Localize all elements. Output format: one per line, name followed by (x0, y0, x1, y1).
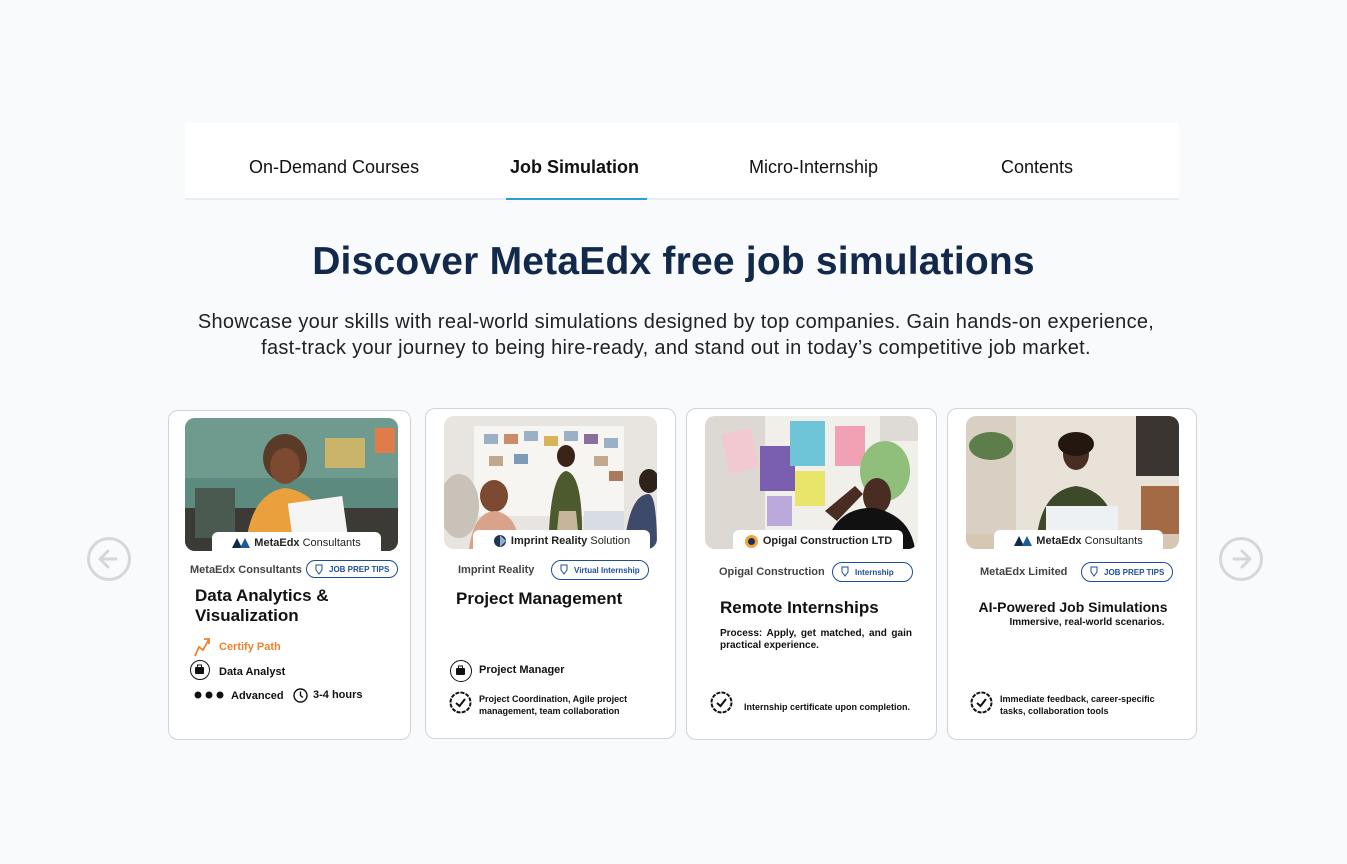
process-description: Process: Apply, get matched, and gain pr… (720, 628, 912, 651)
trending-up-icon (194, 638, 210, 657)
briefcase-icon (190, 660, 210, 680)
certify-path-label: Certify Path (219, 641, 281, 653)
badge-icon (315, 564, 323, 575)
badge-icon (841, 566, 849, 577)
card-title: Data Analytics & Visualization (195, 586, 329, 625)
card-title: Project Management (456, 589, 623, 608)
company-logo: MetaEdx Consultants (212, 532, 381, 554)
check-badge-icon (710, 691, 733, 714)
page-subtitle: Showcase your skills with real-world sim… (197, 311, 1155, 359)
arrow-right-icon (1232, 549, 1252, 569)
tab-micro-internship[interactable]: Micro-Internship (749, 123, 878, 198)
certificate-text: Internship certificate upon completion. (744, 702, 911, 712)
badge-icon (560, 564, 568, 575)
company-name: MetaEdx Limited (980, 566, 1068, 578)
company-name: Opigal Construction (719, 566, 825, 578)
company-logo: Opigal Construction LTD (733, 530, 903, 552)
role-label: Project Manager (479, 664, 565, 676)
duration-label: 3-4 hours (313, 689, 363, 701)
company-name: MetaEdx Consultants (190, 564, 302, 576)
clock-icon (293, 688, 308, 703)
briefcase-icon (450, 660, 472, 682)
badge-icon (1090, 566, 1098, 577)
check-badge-icon (449, 691, 472, 714)
check-badge-icon (970, 691, 993, 714)
simulation-card[interactable]: Imprint Reality Solution Imprint Reality… (425, 408, 676, 739)
simulation-card[interactable]: MetaEdx Consultants MetaEdx Limited JOB … (947, 408, 1197, 740)
card-tagline: Immersive, real-world scenarios. (1009, 617, 1165, 628)
company-logo: MetaEdx Consultants (994, 530, 1163, 552)
carousel-next-button[interactable] (1219, 537, 1263, 581)
company-name: Imprint Reality (458, 564, 535, 576)
card-title: AI-Powered Job Simulations (978, 599, 1168, 615)
category-badge: Internship (832, 562, 913, 582)
metaedx-logo-icon (232, 538, 251, 549)
level-dots-icon (194, 691, 224, 699)
tab-on-demand-courses[interactable]: On-Demand Courses (249, 123, 419, 198)
tab-contents[interactable]: Contents (1001, 123, 1073, 198)
simulation-card[interactable]: Opigal Construction LTD Opigal Construct… (686, 408, 937, 740)
opigal-logo-icon (744, 534, 758, 548)
simulation-card[interactable]: MetaEdx Consultants MetaEdx Consultants … (168, 410, 411, 740)
role-label: Data Analyst (219, 666, 286, 678)
imprint-reality-logo-icon (493, 535, 506, 548)
level-label: Advanced (231, 690, 284, 702)
carousel-prev-button[interactable] (87, 537, 131, 581)
category-badge: JOB PREP TIPS (1081, 562, 1174, 582)
metaedx-logo-icon (1014, 536, 1033, 547)
category-badge: Virtual Internship (551, 560, 649, 580)
category-tabs: On-Demand Courses Job Simulation Micro-I… (185, 123, 1179, 200)
tab-job-simulation[interactable]: Job Simulation (505, 123, 648, 200)
card-title: Remote Internships (720, 598, 879, 617)
skills-text: Project Coordination, Agile project mana… (479, 694, 628, 716)
feedback-text: Immediate feedback, career-specific task… (1000, 694, 1155, 716)
category-badge: JOB PREP TIPS (306, 560, 399, 578)
company-logo: Imprint Reality Solution (473, 530, 650, 552)
page-title: Discover MetaEdx free job simulations (312, 240, 1035, 283)
arrow-left-icon (98, 549, 118, 569)
